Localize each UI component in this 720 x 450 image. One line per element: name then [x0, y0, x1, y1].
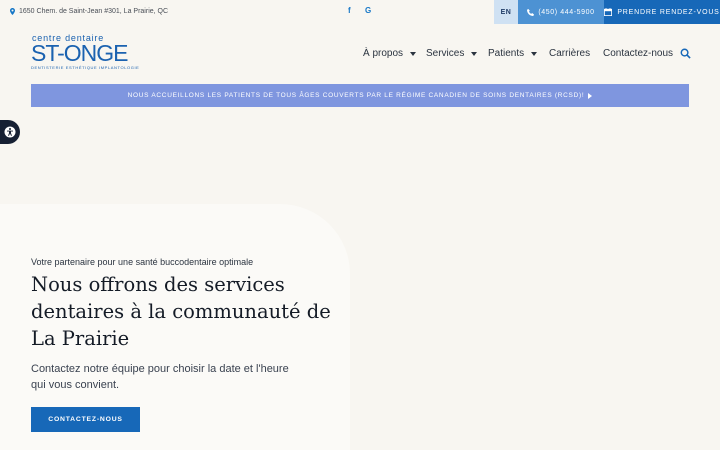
chevron-right-icon	[588, 92, 593, 99]
banner-text: NOUS ACCUEILLONS LES PATIENTS DE TOUS ÂG…	[127, 92, 585, 99]
chevron-down-icon	[471, 51, 478, 56]
contact-button[interactable]: CONTACTEZ-NOUS	[31, 407, 140, 432]
logo-wordmark: ST-ONGE	[31, 40, 129, 66]
hero-eyebrow: Votre partenaire pour une santé buccoden…	[31, 257, 254, 267]
nav-item-carrieres[interactable]: Carrières	[549, 48, 590, 59]
top-bar: 1650 Chem. de Saint-Jean #301, La Prairi…	[0, 0, 720, 24]
search-icon[interactable]	[680, 48, 691, 59]
address[interactable]: 1650 Chem. de Saint-Jean #301, La Prairi…	[10, 8, 168, 15]
nav-label: Patients	[488, 48, 525, 59]
nav-label: Services	[426, 48, 465, 59]
nav-label: À propos	[363, 48, 404, 59]
hero-subtitle: Contactez notre équipe pour choisir la d…	[31, 363, 289, 391]
accessibility-button[interactable]	[0, 120, 20, 144]
appointment-button[interactable]: PRENDRE RENDEZ-VOUS	[604, 0, 720, 24]
nav-label: Contactez-nous	[603, 48, 674, 59]
facebook-icon[interactable]: f	[348, 6, 351, 15]
accessibility-icon	[4, 126, 16, 138]
nav-item-services[interactable]: Services	[426, 48, 478, 59]
nav-item-a-propos[interactable]: À propos	[363, 48, 417, 59]
google-icon[interactable]: G	[365, 6, 371, 15]
announcement-banner[interactable]: NOUS ACCUEILLONS LES PATIENTS DE TOUS ÂG…	[31, 84, 689, 107]
language-switch[interactable]: EN	[494, 0, 518, 24]
nav-item-patients[interactable]: Patients	[488, 48, 538, 59]
phone-button[interactable]: (450) 444-5900	[518, 0, 604, 24]
appointment-label: PRENDRE RENDEZ-VOUS	[617, 8, 720, 16]
nav-label: Carrières	[549, 48, 591, 59]
logo-tagline: DENTISTERIE ESTHÉTIQUE IMPLANTOLOGIE	[31, 65, 140, 70]
phone-number: (450) 444-5900	[538, 8, 595, 16]
calendar-icon	[604, 8, 613, 16]
chevron-down-icon	[531, 51, 538, 56]
phone-icon	[527, 8, 535, 16]
address-text: 1650 Chem. de Saint-Jean #301, La Prairi…	[19, 8, 169, 15]
hero-title: Nous offrons des services dentaires à la…	[31, 273, 331, 350]
logo[interactable]: centre dentaire ST-ONGE DENTISTERIE ESTH…	[31, 33, 140, 70]
nav-item-contact[interactable]: Contactez-nous	[603, 48, 673, 59]
location-pin-icon	[10, 8, 15, 15]
chevron-down-icon	[410, 51, 417, 56]
